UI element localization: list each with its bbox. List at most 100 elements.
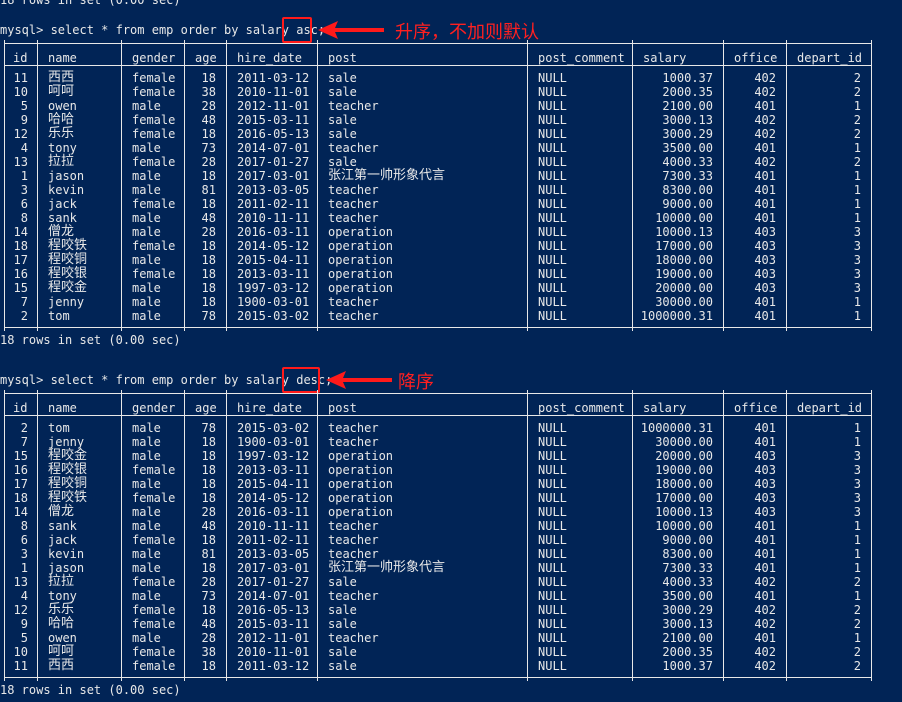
cell-gender: female [132, 239, 176, 253]
cell-post: teacher [328, 435, 379, 449]
column-header-office[interactable]: office [734, 401, 777, 415]
cell-post-comment: NULL [538, 295, 567, 309]
cell-office: 403 [754, 505, 776, 519]
cell-post-comment: NULL [538, 267, 567, 281]
table-bottom-border [4, 677, 872, 678]
cell-hire-date: 2013-03-05 [237, 547, 310, 561]
column-header-office[interactable]: office [734, 51, 777, 65]
cell-salary: 8300.00 [662, 183, 713, 197]
column-header-age[interactable]: age [195, 401, 217, 415]
cell-hire-date: 2010-11-11 [237, 211, 310, 225]
cell-office: 401 [754, 309, 776, 323]
column-header-post[interactable]: post [328, 401, 357, 415]
cell-salary: 1000000.31 [640, 309, 713, 323]
column-header-depart-id[interactable]: depart_id [797, 51, 862, 65]
cell-post: operation [328, 463, 394, 477]
column-header-salary[interactable]: salary [643, 401, 686, 415]
cell-salary: 3000.29 [662, 603, 713, 617]
column-separator [786, 67, 787, 327]
cell-post: sale [328, 71, 357, 85]
cell-depart-id: 3 [853, 239, 861, 253]
column-separator [37, 67, 38, 327]
cell-hire-date: 2017-01-27 [237, 575, 310, 589]
column-header-depart-id[interactable]: depart_id [797, 401, 862, 415]
cell-age: 28 [201, 155, 216, 169]
table-bottom-border [4, 327, 872, 328]
border-junction [226, 324, 227, 331]
cell-name: 西西 [48, 658, 75, 673]
cell-id: 2 [20, 421, 28, 435]
cell-salary: 10000.00 [655, 211, 713, 225]
cell-salary: 7300.33 [662, 169, 713, 183]
cell-post: operation [328, 449, 394, 463]
cell-hire-date: 2011-02-11 [237, 533, 310, 547]
cell-office: 403 [754, 253, 776, 267]
column-header-post-comment[interactable]: post_comment [538, 401, 625, 415]
column-separator [527, 67, 528, 327]
cell-depart-id: 2 [853, 113, 861, 127]
column-header-post[interactable]: post [328, 51, 357, 65]
cell-gender: female [132, 127, 176, 141]
cell-depart-id: 2 [853, 659, 861, 673]
cell-office: 402 [754, 113, 776, 127]
column-header-name[interactable]: name [48, 401, 77, 415]
border-junction [527, 674, 528, 681]
cell-id: 18 [13, 239, 28, 253]
cell-id: 15 [13, 449, 28, 463]
cell-depart-id: 1 [853, 533, 861, 547]
cell-salary: 2100.00 [662, 99, 713, 113]
column-header-age[interactable]: age [195, 51, 217, 65]
cell-salary: 4000.33 [662, 155, 713, 169]
cell-age: 18 [201, 463, 216, 477]
cell-id: 16 [13, 463, 28, 477]
cell-name: tom [48, 309, 70, 323]
cell-id: 12 [13, 127, 28, 141]
cell-id: 17 [13, 477, 28, 491]
cell-salary: 17000.00 [655, 491, 713, 505]
cell-post-comment: NULL [538, 309, 567, 323]
column-header-post-comment[interactable]: post_comment [538, 51, 625, 65]
cell-depart-id: 1 [853, 631, 861, 645]
cell-gender: male [132, 477, 161, 491]
cell-id: 10 [13, 85, 28, 99]
cell-post: teacher [328, 309, 379, 323]
cell-office: 401 [754, 547, 776, 561]
column-header-id[interactable]: id [13, 51, 27, 65]
cell-office: 402 [754, 85, 776, 99]
cell-office: 401 [754, 435, 776, 449]
cell-id: 4 [20, 141, 28, 155]
cell-age: 18 [201, 127, 216, 141]
column-header-hire-date[interactable]: hire_date [237, 401, 302, 415]
column-header-name[interactable]: name [48, 51, 77, 65]
column-separator [786, 417, 787, 677]
cell-post: sale [328, 603, 357, 617]
cell-post-comment: NULL [538, 225, 567, 239]
cell-office: 403 [754, 239, 776, 253]
cell-depart-id: 1 [853, 519, 861, 533]
cell-office: 401 [754, 197, 776, 211]
cell-office: 402 [754, 617, 776, 631]
column-header-gender[interactable]: gender [132, 401, 175, 415]
cell-gender: male [132, 141, 161, 155]
cell-post-comment: NULL [538, 519, 567, 533]
command-line[interactable]: mysql> select * from emp order by salary… [0, 23, 325, 37]
column-header-gender[interactable]: gender [132, 51, 175, 65]
column-header-salary[interactable]: salary [643, 51, 686, 65]
border-junction [786, 674, 787, 681]
cell-gender: male [132, 561, 161, 575]
cell-office: 401 [754, 631, 776, 645]
cell-depart-id: 1 [853, 295, 861, 309]
cell-depart-id: 2 [853, 127, 861, 141]
cell-gender: female [132, 533, 176, 547]
cell-gender: male [132, 309, 161, 323]
border-junction [226, 674, 227, 681]
cell-depart-id: 2 [853, 575, 861, 589]
header-bottom-border [4, 65, 872, 66]
column-separator [37, 45, 38, 63]
cell-post: teacher [328, 141, 379, 155]
cell-id: 7 [20, 295, 28, 309]
column-header-hire-date[interactable]: hire_date [237, 51, 302, 65]
cell-age: 48 [201, 211, 216, 225]
column-header-id[interactable]: id [13, 401, 27, 415]
cell-office: 401 [754, 183, 776, 197]
